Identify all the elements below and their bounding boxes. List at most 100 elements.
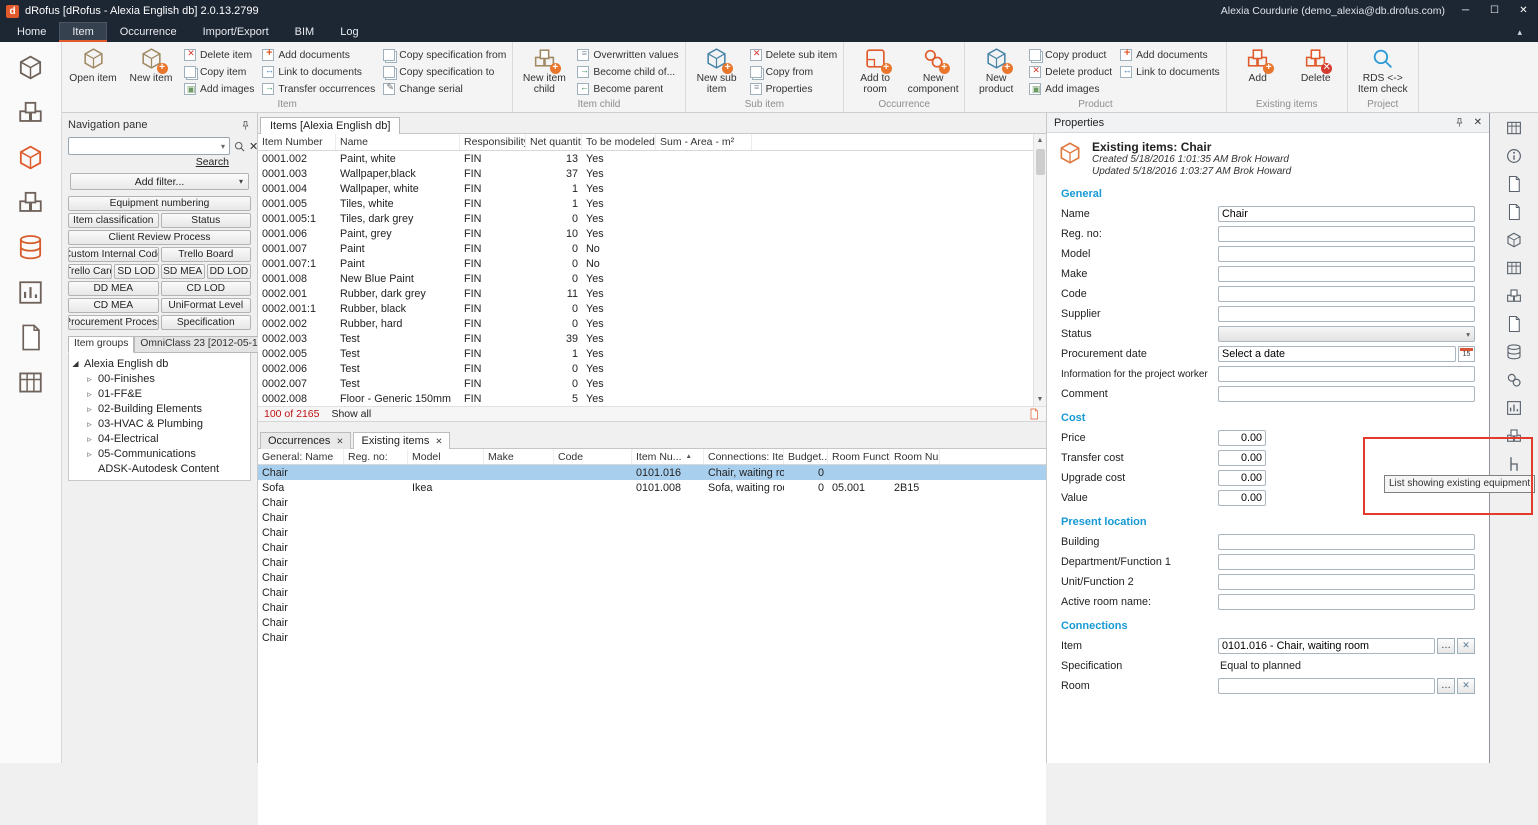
tree-collapsed-icon[interactable] <box>85 388 94 400</box>
become-parent-button[interactable]: Become parent <box>575 81 680 97</box>
column-header[interactable]: Code <box>554 449 632 464</box>
item-row[interactable]: 0002.006 Test FIN 0 Yes <box>258 361 1046 376</box>
show-all-link[interactable]: Show all <box>331 408 371 420</box>
transfer-occurrences-button[interactable]: Transfer occurrences <box>260 81 377 97</box>
tree-root[interactable]: ◢ Alexia English db <box>71 356 248 371</box>
tree-collapsed-icon[interactable] <box>85 403 94 415</box>
maximize-icon[interactable]: ☐ <box>1480 0 1509 22</box>
link-to-documents-button[interactable]: Link to documents <box>1118 64 1222 80</box>
building-input[interactable] <box>1218 534 1475 550</box>
reports-module-icon[interactable] <box>13 275 49 309</box>
item-row[interactable]: 0002.002 Rubber, hard FIN 0 Yes <box>258 316 1046 331</box>
scroll-up-icon[interactable]: ▲ <box>1034 134 1046 147</box>
column-header[interactable]: Responsibility <box>460 134 526 150</box>
tree-collapsed-icon[interactable] <box>85 373 94 385</box>
filter-button[interactable]: Procurement Process <box>68 315 159 330</box>
transfer-cost-input[interactable] <box>1218 450 1266 466</box>
column-header[interactable]: Sum - Area - m² <box>656 134 752 150</box>
components-icon[interactable] <box>1503 370 1525 390</box>
documents-icon[interactable] <box>1503 174 1525 194</box>
report-icon[interactable] <box>1028 408 1040 420</box>
chevron-down-icon[interactable]: ▾ <box>217 142 229 151</box>
calendar-icon[interactable]: 15 <box>1458 346 1475 362</box>
item-row[interactable]: 0001.008 New Blue Paint FIN 0 Yes <box>258 271 1046 286</box>
existing-item-row[interactable]: Chair 0101.016 Chair, waiting room 0 <box>258 465 1046 480</box>
department-function-input[interactable] <box>1218 554 1475 570</box>
add-images-button[interactable]: Add images <box>182 81 256 97</box>
core-data-icon[interactable] <box>1503 342 1525 362</box>
filter-button[interactable]: Custom Internal Code <box>68 247 159 262</box>
ribbon-tab[interactable]: BIM <box>282 22 328 42</box>
column-header[interactable]: Net quantity <box>526 134 582 150</box>
rds-item-check-button[interactable]: RDS <-> Item check <box>1352 43 1414 99</box>
item-row[interactable]: 0002.001:1 Rubber, black FIN 0 Yes <box>258 301 1046 316</box>
pin-icon[interactable] <box>240 120 251 131</box>
ribbon-tab[interactable]: Occurrence <box>107 22 190 42</box>
close-tab-icon[interactable]: ✕ <box>336 436 343 447</box>
new-product-button[interactable]: + New product <box>969 43 1023 99</box>
delete-product-button[interactable]: Delete product <box>1027 64 1114 80</box>
link-to-documents-button[interactable]: Link to documents <box>260 64 377 80</box>
status-dropdown[interactable]: ▾ <box>1218 326 1475 342</box>
cards-module-icon[interactable] <box>13 365 49 399</box>
item-row[interactable]: 0001.004 Wallpaper, white FIN 1 Yes <box>258 181 1046 196</box>
tab-existing-items[interactable]: Existing items ✕ <box>353 432 450 449</box>
new-item-button[interactable]: + New item <box>124 43 178 99</box>
existing-item-row[interactable]: Chair <box>258 540 1046 555</box>
filter-button[interactable]: Item classification <box>68 213 159 228</box>
supplier-input[interactable] <box>1218 306 1475 322</box>
ribbon-tab[interactable]: Log <box>327 22 371 42</box>
procurement-date-input[interactable] <box>1218 346 1456 362</box>
filter-button[interactable]: DD MEA <box>68 281 159 296</box>
filter-button[interactable]: CD LOD <box>161 281 252 296</box>
minimize-icon[interactable]: ─ <box>1451 0 1480 22</box>
filter-button[interactable]: Trello Card <box>68 264 112 279</box>
equipment-icon[interactable] <box>1503 426 1525 446</box>
reg-no-input[interactable] <box>1218 226 1475 242</box>
filter-button[interactable]: Trello Board <box>161 247 252 262</box>
column-header[interactable]: To be modeled <box>582 134 656 150</box>
copy-specification-to-button[interactable]: Copy specification to <box>381 64 508 80</box>
core-data-module-icon[interactable] <box>13 230 49 264</box>
item-row[interactable]: 0001.005:1 Tiles, dark grey FIN 0 Yes <box>258 211 1046 226</box>
rooms-module-icon[interactable] <box>13 50 49 84</box>
item-row[interactable]: 0002.003 Test FIN 39 Yes <box>258 331 1046 346</box>
documents-module-icon[interactable] <box>13 320 49 354</box>
clear-icon[interactable]: ✕ <box>1457 638 1475 654</box>
new-component-button[interactable]: + New component <box>906 43 960 99</box>
change-serial-button[interactable]: Change serial <box>381 81 508 97</box>
item-row[interactable]: 0002.008 Floor - Generic 150mm FIN 5 Yes <box>258 391 1046 406</box>
scrollbar-thumb[interactable] <box>1036 149 1045 175</box>
value-input[interactable] <box>1218 490 1266 506</box>
pin-icon[interactable] <box>1454 117 1465 128</box>
copy-icon[interactable] <box>1503 202 1525 222</box>
existing-item-row[interactable]: Chair <box>258 525 1046 540</box>
ribbon-tab[interactable]: Home <box>4 22 59 42</box>
make-input[interactable] <box>1218 266 1475 282</box>
connection-item-input[interactable] <box>1218 638 1435 654</box>
project-worker-info-input[interactable] <box>1218 366 1475 382</box>
active-room-name-input[interactable] <box>1218 594 1475 610</box>
tree-item[interactable]: ADSK-Autodesk Content <box>71 461 248 476</box>
ribbon-tab[interactable]: Import/Export <box>190 22 282 42</box>
tree-collapsed-icon[interactable] <box>85 418 94 430</box>
price-input[interactable] <box>1218 430 1266 446</box>
tab-omniclass[interactable]: OmniClass 23 [2012-05-16] <box>134 336 272 353</box>
existing-item-row[interactable]: Chair <box>258 555 1046 570</box>
filter-button[interactable]: SD LOD <box>114 264 158 279</box>
item-row[interactable]: 0002.007 Test FIN 0 Yes <box>258 376 1046 391</box>
become-child-of-button[interactable]: Become child of... <box>575 64 680 80</box>
functions-module-icon[interactable] <box>13 95 49 129</box>
copy-item-button[interactable]: Copy item <box>182 64 256 80</box>
existing-item-row[interactable]: Chair <box>258 585 1046 600</box>
info-icon[interactable] <box>1503 146 1525 166</box>
close-panel-icon[interactable]: ✕ <box>1474 117 1482 128</box>
code-input[interactable] <box>1218 286 1475 302</box>
column-header[interactable]: Connections: Item:... <box>704 449 784 464</box>
tree-item[interactable]: 02-Building Elements <box>71 401 248 416</box>
tab-occurrences[interactable]: Occurrences ✕ <box>260 432 351 449</box>
existing-item-row[interactable]: Chair <box>258 630 1046 645</box>
item-row[interactable]: 0001.003 Wallpaper,black FIN 37 Yes <box>258 166 1046 181</box>
filter-button[interactable]: SD MEA <box>161 264 205 279</box>
copy-product-button[interactable]: Copy product <box>1027 47 1114 63</box>
